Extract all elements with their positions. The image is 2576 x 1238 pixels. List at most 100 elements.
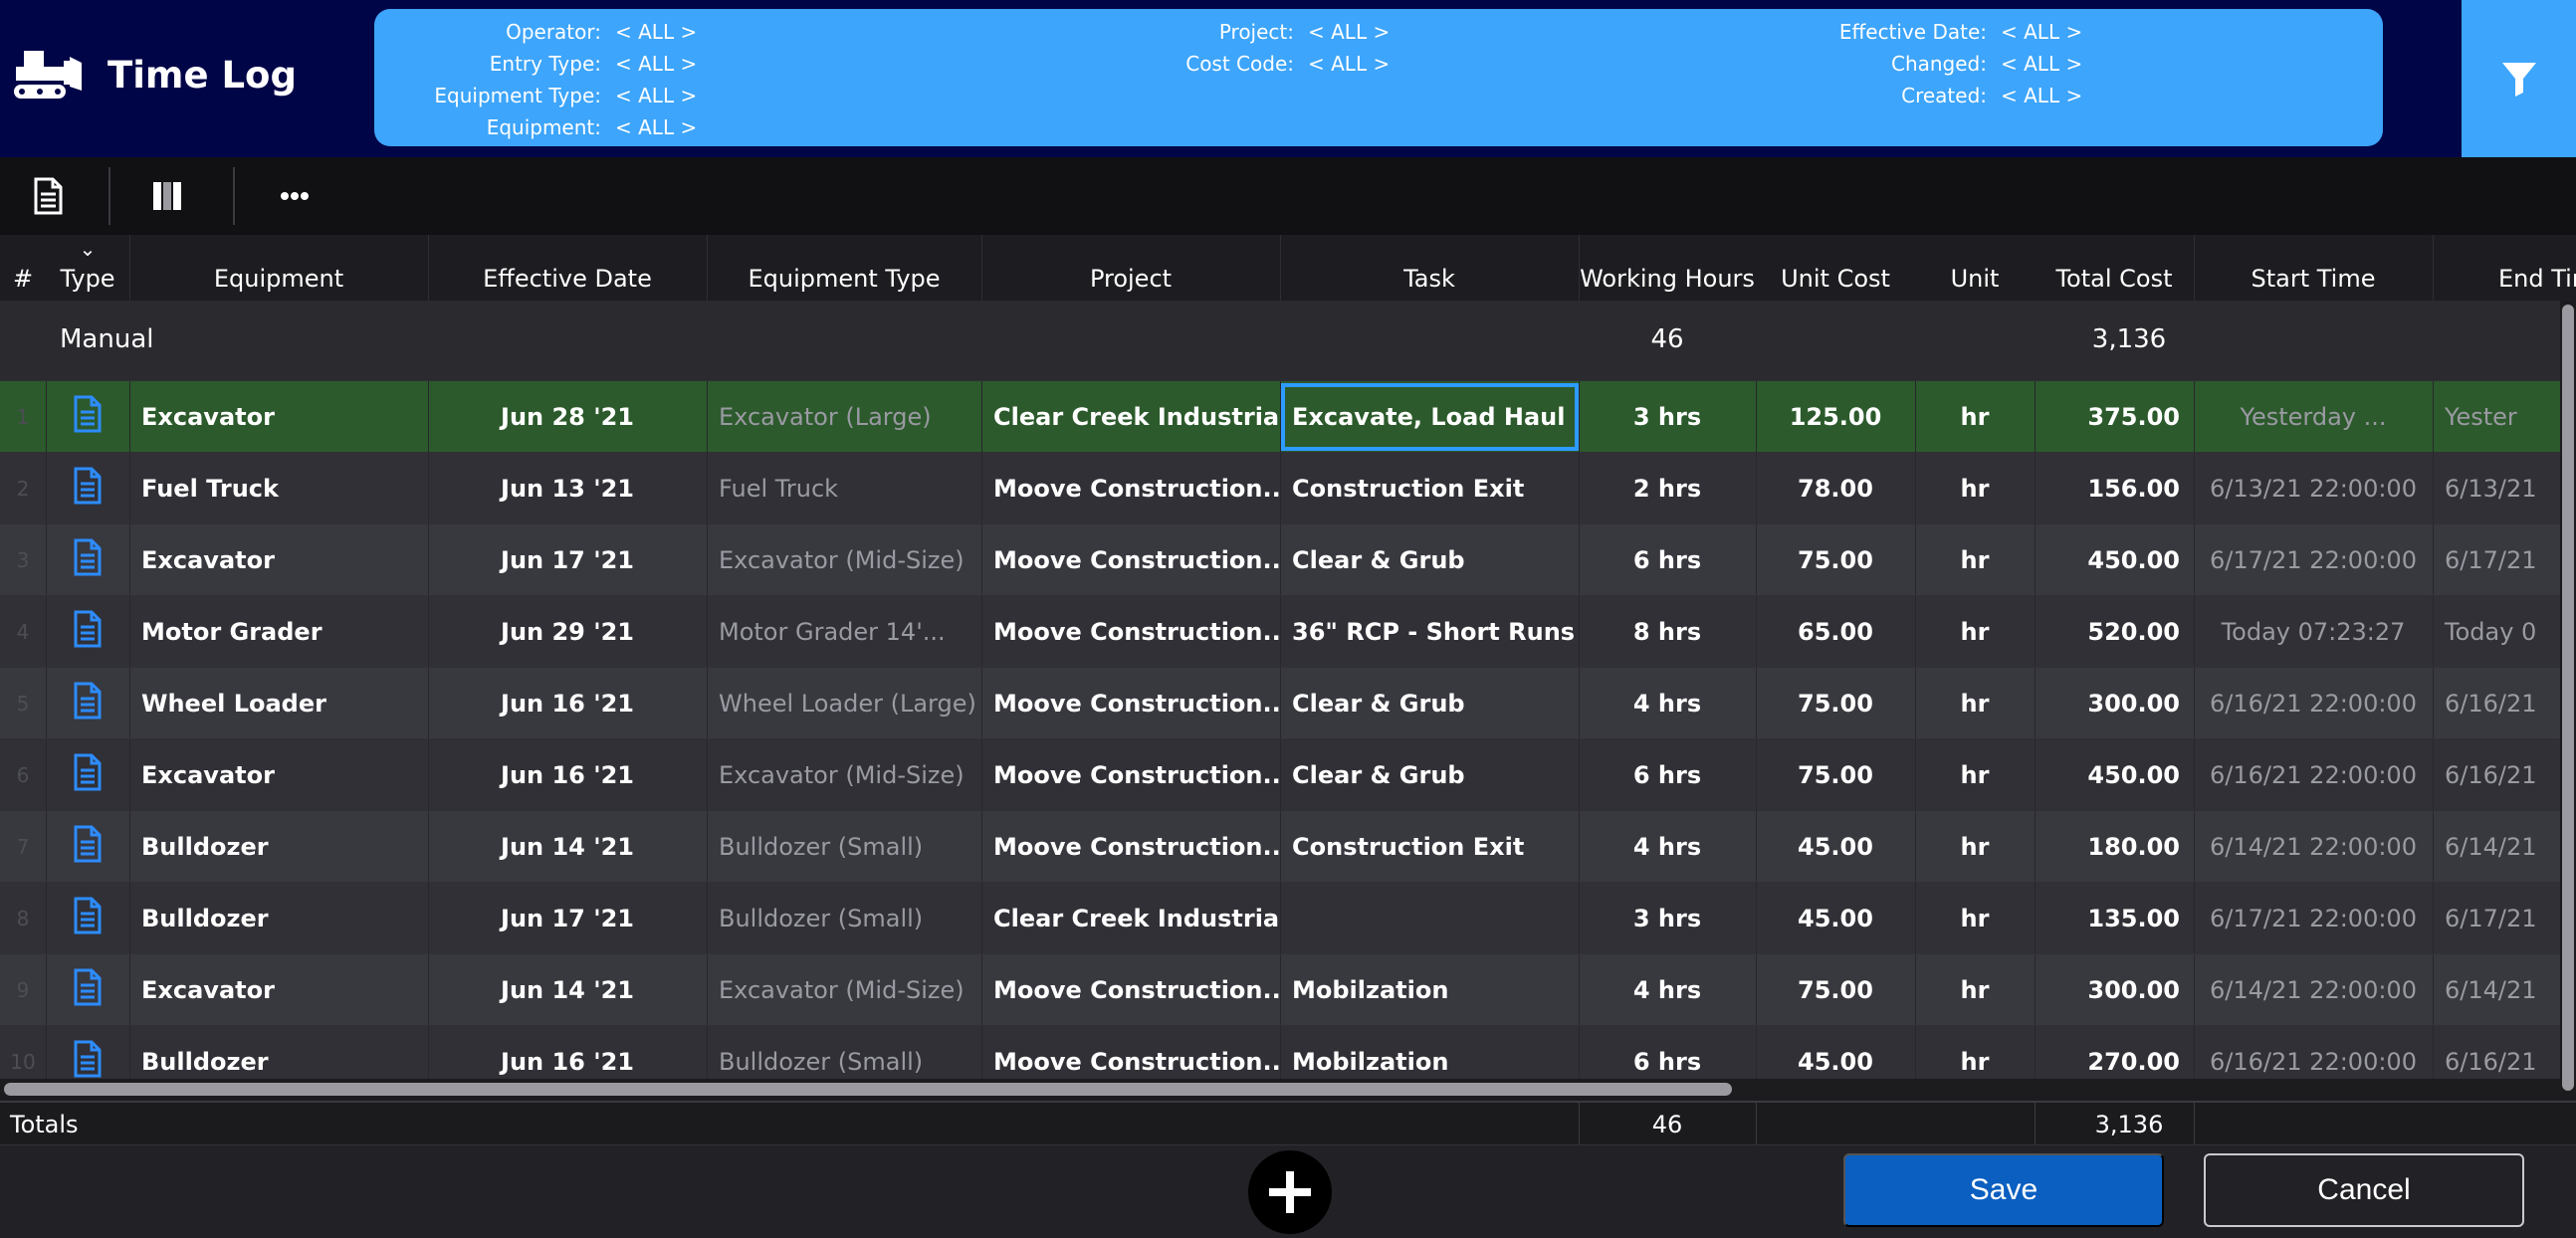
effective-date-cell[interactable]: Jun 14 '21 [428, 954, 707, 1025]
working-hours-cell[interactable]: 6 hrs [1579, 739, 1756, 810]
row-number[interactable]: 3 [0, 524, 46, 595]
equipment-type-cell[interactable]: Bulldozer (Small) [707, 811, 981, 882]
column-header-number[interactable]: # [0, 235, 46, 301]
start-time-cell[interactable]: Today 07:23:27 [2194, 596, 2433, 667]
equipment-type-cell[interactable]: Excavator (Mid-Size) [707, 524, 981, 595]
total-cost-cell[interactable]: 270.00 [2035, 1026, 2194, 1085]
manual-entry-icon[interactable] [46, 381, 129, 452]
task-cell-editor[interactable] [1281, 383, 1579, 451]
column-header-end-time[interactable]: End Tin [2433, 235, 2576, 301]
equipment-cell[interactable]: Bulldozer [129, 811, 428, 882]
effective-date-cell[interactable]: Jun 17 '21 [428, 883, 707, 953]
manual-entry-icon[interactable] [46, 596, 129, 667]
equipment-cell[interactable]: Bulldozer [129, 1026, 428, 1085]
table-row[interactable]: 4 Motor Grader Jun 29 '21 Motor Grader 14'.… [0, 595, 2560, 668]
row-number[interactable]: 7 [0, 811, 46, 882]
equipment-type-cell[interactable]: Excavator (Mid-Size) [707, 739, 981, 810]
working-hours-cell[interactable]: 4 hrs [1579, 954, 1756, 1025]
equipment-type-cell[interactable]: Bulldozer (Small) [707, 1026, 981, 1085]
table-row[interactable]: 6 Excavator Jun 16 '21 Excavator (Mid-Size)… [0, 738, 2560, 811]
total-cost-cell[interactable]: 300.00 [2035, 954, 2194, 1025]
manual-entry-icon[interactable] [46, 739, 129, 810]
task-cell[interactable]: Clear & Grub [1280, 524, 1579, 595]
project-cell[interactable]: Moove Construction... [981, 739, 1280, 810]
working-hours-cell[interactable]: 4 hrs [1579, 811, 1756, 882]
effective-date-cell[interactable]: Jun 16 '21 [428, 668, 707, 738]
equipment-cell[interactable]: Fuel Truck [129, 453, 428, 523]
project-cell[interactable]: Moove Construction... [981, 811, 1280, 882]
unit-cell[interactable]: hr [1915, 453, 2035, 523]
filter-button[interactable] [2462, 0, 2576, 157]
task-cell[interactable]: Mobilzation [1280, 954, 1579, 1025]
task-cell[interactable]: Clear & Grub [1280, 668, 1579, 738]
row-number[interactable]: 2 [0, 453, 46, 523]
start-time-cell[interactable]: 6/16/21 22:00:00 [2194, 739, 2433, 810]
unit-cell[interactable]: hr [1915, 739, 2035, 810]
equipment-cell[interactable]: Excavator [129, 381, 428, 452]
total-cost-cell[interactable]: 135.00 [2035, 883, 2194, 953]
effective-date-cell[interactable]: Jun 17 '21 [428, 524, 707, 595]
table-row[interactable]: 9 Excavator Jun 14 '21 Excavator (Mid-Size)… [0, 953, 2560, 1026]
task-cell[interactable]: 36" RCP - Short Runs [1280, 596, 1579, 667]
end-time-cell[interactable]: Yester [2433, 381, 2560, 452]
unit-cost-cell[interactable]: 45.00 [1756, 811, 1915, 882]
column-header-equipment[interactable]: Equipment [129, 235, 428, 301]
start-time-cell[interactable]: 6/17/21 22:00:00 [2194, 524, 2433, 595]
row-number[interactable]: 6 [0, 739, 46, 810]
unit-cost-cell[interactable]: 75.00 [1756, 524, 1915, 595]
effective-date-cell[interactable]: Jun 14 '21 [428, 811, 707, 882]
equipment-cell[interactable]: Bulldozer [129, 883, 428, 953]
equipment-type-cell[interactable]: Motor Grader 14'... [707, 596, 981, 667]
table-row[interactable]: 3 Excavator Jun 17 '21 Excavator (Mid-Size)… [0, 523, 2560, 596]
unit-cell[interactable]: hr [1915, 811, 2035, 882]
unit-cell[interactable]: hr [1915, 883, 2035, 953]
start-time-cell[interactable]: 6/17/21 22:00:00 [2194, 883, 2433, 953]
project-cell[interactable]: Moove Construction... [981, 453, 1280, 523]
effective-date-cell[interactable]: Jun 16 '21 [428, 739, 707, 810]
total-cost-cell[interactable]: 156.00 [2035, 453, 2194, 523]
task-cell[interactable]: Construction Exit [1280, 811, 1579, 882]
manual-entry-icon[interactable] [46, 453, 129, 523]
column-header-working-hours[interactable]: Working Hours [1579, 235, 1756, 301]
filter-project-value[interactable]: < ALL > [1308, 20, 1390, 44]
column-header-unit-cost[interactable]: Unit Cost [1756, 235, 1915, 301]
task-cell[interactable]: Mobilzation [1280, 1026, 1579, 1085]
unit-cost-cell[interactable]: 45.00 [1756, 1026, 1915, 1085]
effective-date-cell[interactable]: Jun 16 '21 [428, 1026, 707, 1085]
end-time-cell[interactable]: 6/13/21 [2433, 453, 2560, 523]
filter-changed-value[interactable]: < ALL > [2001, 52, 2082, 76]
table-row[interactable]: 10 Bulldozer Jun 16 '21 Bulldozer (Small) Mo… [0, 1025, 2560, 1085]
column-header-project[interactable]: Project [981, 235, 1280, 301]
column-header-start-time[interactable]: Start Time [2194, 235, 2433, 301]
equipment-type-cell[interactable]: Wheel Loader (Large) [707, 668, 981, 738]
working-hours-cell[interactable]: 6 hrs [1579, 524, 1756, 595]
cancel-button[interactable]: Cancel [2204, 1153, 2524, 1227]
total-cost-cell[interactable]: 520.00 [2035, 596, 2194, 667]
project-cell[interactable]: Clear Creek Industrial... [981, 883, 1280, 953]
column-header-equipment-type[interactable]: Equipment Type [707, 235, 981, 301]
start-time-cell[interactable]: Yesterday ... [2194, 381, 2433, 452]
table-row[interactable]: 2 Fuel Truck Jun 13 '21 Fuel Truck Moove Con… [0, 452, 2560, 524]
task-cell[interactable]: Clear & Grub [1280, 739, 1579, 810]
row-number[interactable]: 1 [0, 381, 46, 452]
unit-cell[interactable]: hr [1915, 524, 2035, 595]
start-time-cell[interactable]: 6/13/21 22:00:00 [2194, 453, 2433, 523]
row-number[interactable]: 8 [0, 883, 46, 953]
manual-entry-icon[interactable] [46, 954, 129, 1025]
add-entry-button[interactable] [1248, 1150, 1332, 1234]
working-hours-cell[interactable]: 8 hrs [1579, 596, 1756, 667]
unit-cell[interactable]: hr [1915, 1026, 2035, 1085]
equipment-cell[interactable]: Excavator [129, 739, 428, 810]
column-header-total-cost[interactable]: Total Cost [2035, 235, 2194, 301]
end-time-cell[interactable]: 6/16/21 [2433, 1026, 2560, 1085]
unit-cost-cell[interactable]: 75.00 [1756, 668, 1915, 738]
table-row[interactable]: 1 Excavator Jun 28 '21 Excavator (Large) Cle… [0, 380, 2560, 453]
row-number[interactable]: 4 [0, 596, 46, 667]
total-cost-cell[interactable]: 450.00 [2035, 739, 2194, 810]
total-cost-cell[interactable]: 450.00 [2035, 524, 2194, 595]
start-time-cell[interactable]: 6/14/21 22:00:00 [2194, 954, 2433, 1025]
filter-operator-value[interactable]: < ALL > [615, 20, 697, 44]
end-time-cell[interactable]: 6/14/21 [2433, 954, 2560, 1025]
row-number[interactable]: 10 [0, 1026, 46, 1085]
task-cell[interactable]: Construction Exit [1280, 453, 1579, 523]
